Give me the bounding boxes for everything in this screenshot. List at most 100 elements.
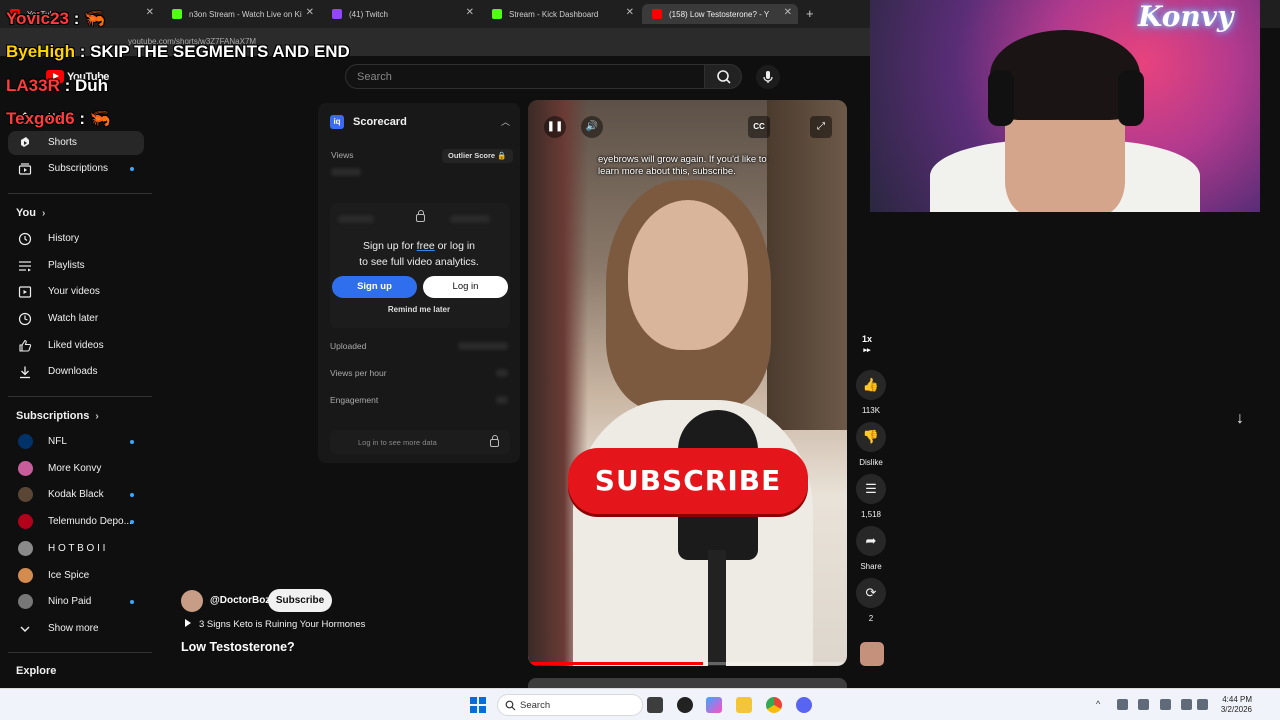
chat-message: LA33R : Duh: [6, 76, 108, 96]
file-explorer-icon[interactable]: [736, 697, 752, 713]
arrow-down-icon[interactable]: ↓: [1236, 410, 1244, 428]
sidebar-channel-nfl[interactable]: NFL: [8, 430, 144, 454]
chevron-up-icon[interactable]: ︿: [501, 115, 510, 128]
chrome-icon[interactable]: [766, 697, 782, 713]
like-action[interactable]: 👍 113K: [852, 370, 890, 415]
browser-tab-kick-stream[interactable]: n3on Stream - Watch Live on Ki ✕: [162, 4, 320, 24]
volume-button[interactable]: 🔊: [581, 116, 603, 138]
new-content-dot: [130, 520, 134, 524]
sidebar-item-your-videos[interactable]: Your videos: [8, 280, 144, 304]
sidebar-you-heading[interactable]: You ›: [16, 207, 45, 219]
views-per-hour-label: Views per hour: [330, 368, 387, 378]
you-heading-label: You: [16, 207, 36, 219]
sidebar-item-playlists[interactable]: Playlists: [8, 254, 144, 278]
related-video-link[interactable]: 3 Signs Keto is Ruining Your Hormones: [181, 619, 365, 630]
comments-action[interactable]: ☰ 1,518: [852, 474, 890, 519]
browser-tab-active-video[interactable]: (158) Low Testosterone? - Y ✕: [642, 4, 798, 24]
share-icon[interactable]: ➦: [856, 526, 886, 556]
video-person-face: [628, 200, 748, 350]
fast-forward-icon: ▸▸: [863, 347, 871, 354]
sidebar-channel-nino-paid[interactable]: Nino Paid: [8, 590, 144, 614]
sidebar-show-more[interactable]: Show more: [8, 617, 144, 641]
sidebar-channel-telemundo[interactable]: Telemundo Depo...: [8, 510, 144, 534]
browser-tab-twitch[interactable]: (41) Twitch ✕: [322, 4, 480, 24]
tab-label: Stream - Kick Dashboard: [509, 9, 599, 19]
sidebar-item-shorts[interactable]: Shorts: [8, 131, 144, 155]
subscribe-button[interactable]: Subscribe: [268, 589, 332, 612]
signup-button[interactable]: Sign up: [332, 276, 417, 298]
headset-icon: [988, 70, 1014, 126]
remind-me-later-button[interactable]: Remind me later: [318, 305, 520, 314]
comment-icon[interactable]: ☰: [856, 474, 886, 504]
scorecard-header[interactable]: iq Scorecard: [330, 115, 407, 129]
tray-app-icon[interactable]: [1138, 699, 1149, 710]
tray-app-icon[interactable]: [1117, 699, 1128, 710]
voice-search-button[interactable]: [756, 65, 780, 89]
pause-button[interactable]: ❚❚: [544, 116, 566, 138]
share-action[interactable]: ➦ Share: [852, 526, 890, 571]
task-view-icon[interactable]: [647, 697, 663, 713]
channel-handle[interactable]: @DoctorBoz: [210, 595, 270, 606]
playback-speed-badge[interactable]: 1x ▸▸: [862, 334, 872, 354]
subscriptions-heading-label: Subscriptions: [16, 410, 90, 422]
search-input[interactable]: Search: [345, 64, 705, 89]
sound-source-avatar[interactable]: [860, 642, 884, 666]
free-link[interactable]: free: [417, 240, 435, 252]
browser-tab-kick-dashboard[interactable]: Stream - Kick Dashboard ✕: [482, 4, 640, 24]
headset-icon: [1118, 70, 1144, 126]
sidebar-item-downloads[interactable]: Downloads: [8, 360, 144, 384]
login-button[interactable]: Log in: [423, 276, 508, 298]
remix-icon[interactable]: ⟳: [856, 578, 886, 608]
sidebar-channel-kodak-black[interactable]: Kodak Black: [8, 483, 144, 507]
close-tab-icon[interactable]: ✕: [146, 7, 154, 18]
network-icon[interactable]: [1181, 699, 1192, 710]
captions-button[interactable]: CC: [748, 116, 770, 138]
chat-message: Texgod6 : 🦐: [6, 109, 111, 129]
discord-icon[interactable]: [796, 697, 812, 713]
chevron-up-icon[interactable]: ^: [1096, 699, 1107, 710]
taskbar-clock[interactable]: 4:44 PM 3/2/2026: [1210, 695, 1252, 715]
streamer-webcam-overlay: Konvy: [870, 0, 1260, 212]
chat-username: Texgod6: [6, 109, 75, 128]
volume-icon[interactable]: [1197, 699, 1208, 710]
fullscreen-icon[interactable]: ⤢: [810, 116, 832, 138]
like-icon[interactable]: 👍: [856, 370, 886, 400]
outlier-score-badge[interactable]: Outlier Score 🔒: [442, 149, 513, 163]
sidebar-item-watch-later[interactable]: Watch later: [8, 307, 144, 331]
close-tab-icon[interactable]: ✕: [784, 7, 792, 18]
microphone-icon[interactable]: [1160, 699, 1171, 710]
engagement-label: Engagement: [330, 395, 379, 405]
dislike-action[interactable]: 👎 Dislike: [852, 422, 890, 467]
sidebar-channel-more-konvy[interactable]: More Konvy: [8, 457, 144, 481]
subscribe-overlay-graphic: SUBSCRIBE: [568, 448, 808, 514]
sidebar-item-liked-videos[interactable]: Liked videos: [8, 334, 144, 358]
sidebar-channel-hotboii[interactable]: H O T B O I I: [8, 537, 144, 561]
playlists-icon: [19, 261, 31, 272]
channel-avatar[interactable]: [181, 590, 203, 612]
close-tab-icon[interactable]: ✕: [626, 7, 634, 18]
sidebar-subscriptions-heading[interactable]: Subscriptions ›: [16, 410, 99, 422]
search-button[interactable]: [704, 64, 742, 89]
signup-message: Sign up for free or log in to see full v…: [318, 238, 520, 270]
video-progress-bar[interactable]: [528, 662, 847, 665]
windows-start-icon[interactable]: [470, 697, 486, 713]
login-more-data[interactable]: Log in to see more data: [330, 430, 510, 454]
sidebar-item-label: Your videos: [48, 286, 100, 297]
avatar: [18, 541, 33, 556]
app-icon[interactable]: [677, 697, 693, 713]
tab-label: (158) Low Testosterone? - Y: [669, 9, 770, 19]
sidebar-channel-ice-spice[interactable]: Ice Spice: [8, 564, 144, 588]
taskbar-search[interactable]: Search: [497, 694, 643, 716]
tab-label: n3on Stream - Watch Live on Ki: [189, 9, 302, 19]
views-label: Views: [331, 150, 354, 160]
shorts-video-player[interactable]: eyebrows will grow again. If you'd like …: [528, 100, 847, 666]
copilot-icon[interactable]: [706, 697, 722, 713]
sidebar-item-history[interactable]: History: [8, 227, 144, 251]
dislike-icon[interactable]: 👎: [856, 422, 886, 452]
sidebar-item-subscriptions[interactable]: Subscriptions: [8, 157, 144, 181]
remix-action[interactable]: ⟳ 2: [852, 578, 890, 623]
kick-favicon-icon: [172, 9, 182, 19]
close-tab-icon[interactable]: ✕: [306, 7, 314, 18]
new-tab-icon[interactable]: +: [806, 6, 814, 21]
close-tab-icon[interactable]: ✕: [466, 7, 474, 18]
